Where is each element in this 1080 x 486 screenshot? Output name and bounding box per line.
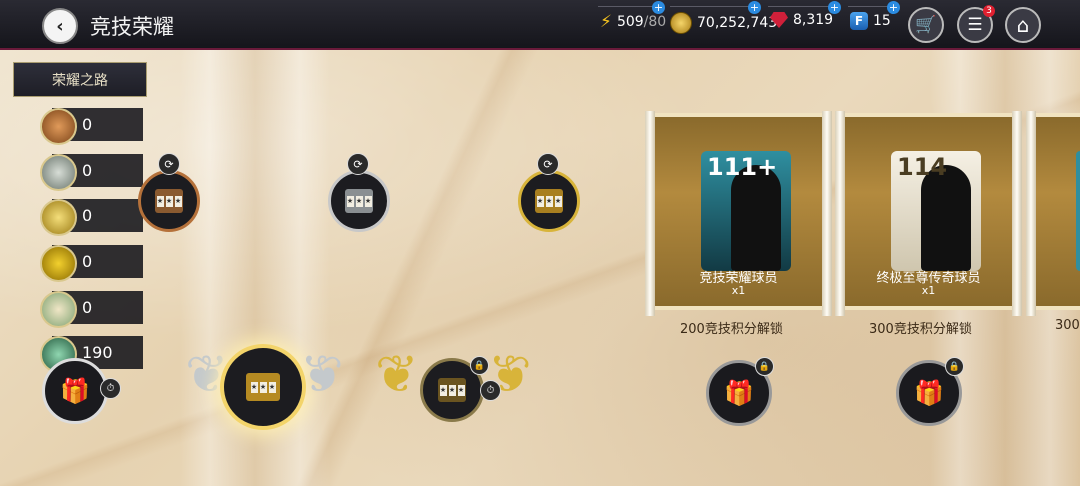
gold-slot-node[interactable]: ★ ★ ★ xyxy=(518,170,580,232)
player-rating: 114 xyxy=(897,153,948,181)
player-card-image: 114 xyxy=(891,151,981,271)
gift-box-node[interactable]: 🎁 xyxy=(42,358,108,424)
resource-divider xyxy=(598,6,658,7)
player-card-image: 111+ xyxy=(701,151,791,271)
swap-icon[interactable]: ⟳ xyxy=(158,153,180,175)
coin-icon xyxy=(670,12,692,34)
bronze-medal-icon xyxy=(40,108,77,145)
reward-card-legend-player[interactable]: 114 终极至尊传奇球员 x1 xyxy=(835,111,1022,316)
current-slot-node[interactable]: ★ ★ ★ xyxy=(220,344,306,430)
lock-icon: 🔒 xyxy=(755,357,774,376)
tasks-icon: ☰ xyxy=(967,15,983,35)
gift-icon: 🎁 xyxy=(724,379,754,407)
counter-row: 0 xyxy=(40,108,143,145)
cart-icon: 🛒 xyxy=(915,15,937,35)
gems-display: 8,319 xyxy=(770,12,833,28)
silver-slot-node[interactable]: ★ ★ ★ xyxy=(328,170,390,232)
fifa-points-icon: F xyxy=(850,12,868,30)
counter-value: 0 xyxy=(82,252,93,271)
counter-row: 0 xyxy=(40,154,143,191)
lock-icon: 🔒 xyxy=(470,356,489,375)
energy-max: /80 xyxy=(643,14,667,30)
store-button[interactable]: 🛒 xyxy=(908,7,944,43)
reward-card-glory-player[interactable]: 111+ 竞技荣耀球员 x1 xyxy=(645,111,832,316)
card-column xyxy=(1026,111,1036,316)
lightning-icon: ⚡ xyxy=(600,12,612,32)
fifa-points-display: F 15 xyxy=(850,12,891,30)
card-column xyxy=(1012,111,1022,316)
counter-row: 0 xyxy=(40,291,143,328)
top-bar: ‹ 竞技荣耀 + ⚡ 509/80 + 70,252,743 + 8,319 +… xyxy=(0,0,1080,50)
crest-medal-icon xyxy=(40,291,77,328)
slot-machine-icon: ★ ★ ★ xyxy=(438,378,466,402)
notification-badge: 3 xyxy=(983,5,995,17)
page-title: 竞技荣耀 xyxy=(90,15,174,39)
counter-value: 0 xyxy=(82,115,93,134)
gem-icon xyxy=(770,12,788,28)
counter-value: 0 xyxy=(82,161,93,180)
laurel-left-icon: ❦ xyxy=(375,345,419,405)
swap-icon[interactable]: ⟳ xyxy=(537,153,559,175)
counter-value: 0 xyxy=(82,206,93,225)
lock-icon: 🔒 xyxy=(945,357,964,376)
gems-value: 8,319 xyxy=(793,12,834,28)
resource-divider xyxy=(670,6,755,7)
swap-icon[interactable]: ⟳ xyxy=(347,153,369,175)
card-column xyxy=(835,111,845,316)
unlock-requirement: 200竞技积分解锁 xyxy=(680,322,783,337)
card-column xyxy=(645,111,655,316)
home-button[interactable]: ⌂ xyxy=(1005,7,1041,43)
unlock-requirement: 300 xyxy=(1055,318,1080,333)
gold-medal-icon xyxy=(40,199,77,236)
card-quantity: x1 xyxy=(921,284,936,297)
elite-medal-icon xyxy=(40,245,77,282)
counter-value: 0 xyxy=(82,298,93,317)
timer-icon: ⏱ xyxy=(480,380,501,401)
counter-row: 0 xyxy=(40,245,143,282)
counter-row: 0 xyxy=(40,199,143,236)
coins-value: 70,252,743 xyxy=(697,15,778,31)
back-button[interactable]: ‹ xyxy=(42,8,78,44)
card-column xyxy=(822,111,832,316)
reward-card-partial[interactable] xyxy=(1026,111,1080,316)
coins-display: 70,252,743 xyxy=(670,12,777,34)
bronze-slot-node[interactable]: ★ ★ ★ xyxy=(138,170,200,232)
road-to-glory-tab[interactable]: 荣耀之路 xyxy=(13,62,147,97)
slot-machine-icon: ★ ★ ★ xyxy=(246,373,280,401)
laurel-right-icon: ❦ xyxy=(300,345,344,405)
fifa-points-value: 15 xyxy=(873,13,891,29)
slot-machine-icon: ★ ★ ★ xyxy=(535,189,563,213)
energy-display: ⚡ 509/80 xyxy=(600,12,666,32)
silver-medal-icon xyxy=(40,154,77,191)
unlock-requirement: 300竞技积分解锁 xyxy=(869,322,972,337)
player-card-image xyxy=(1076,151,1080,271)
back-icon: ‹ xyxy=(56,15,64,37)
energy-value: 509 xyxy=(616,14,644,30)
gift-icon: 🎁 xyxy=(60,377,90,405)
player-rating: 111+ xyxy=(707,153,778,181)
home-icon: ⌂ xyxy=(1016,13,1030,37)
card-quantity: x1 xyxy=(731,284,746,297)
timer-icon: ⏱ xyxy=(100,378,121,399)
slot-machine-icon: ★ ★ ★ xyxy=(345,189,373,213)
slot-machine-icon: ★ ★ ★ xyxy=(155,189,183,213)
gift-icon: 🎁 xyxy=(914,379,944,407)
